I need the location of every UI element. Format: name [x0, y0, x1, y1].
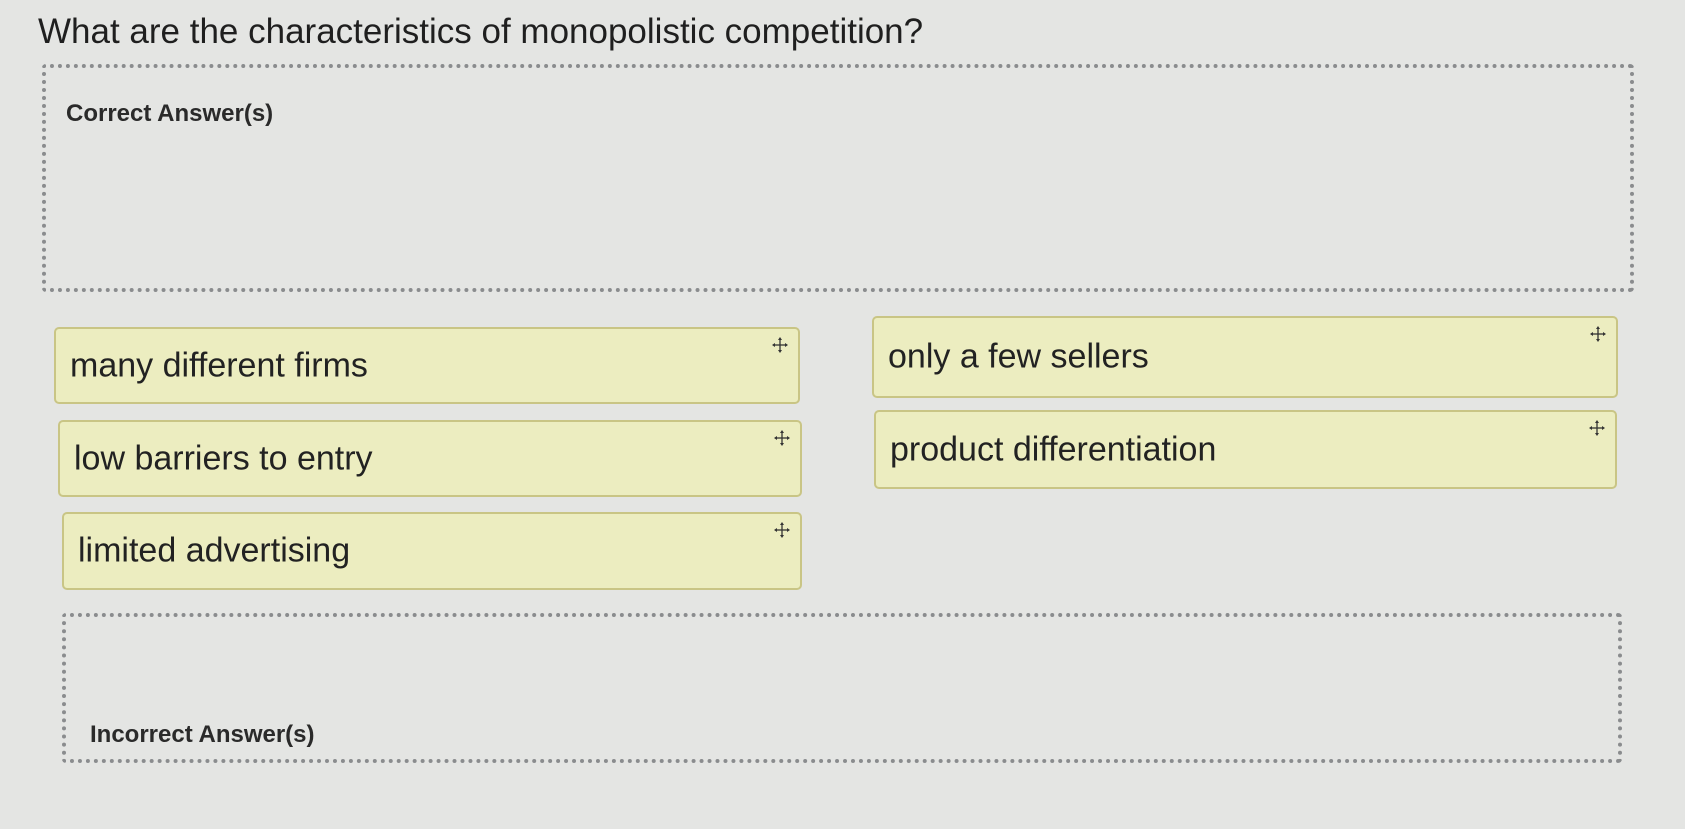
choice-label: only a few sellers: [888, 337, 1149, 376]
choice-only-a-few-sellers[interactable]: only a few sellers: [872, 316, 1618, 398]
correct-answers-label: Correct Answer(s): [66, 100, 274, 127]
correct-answers-dropzone[interactable]: Correct Answer(s): [42, 64, 1634, 292]
choice-many-different-firms[interactable]: many different firms: [54, 327, 800, 404]
question-title: What are the characteristics of monopoli…: [38, 12, 924, 51]
choice-label: low barriers to entry: [74, 439, 373, 477]
choice-label: product differentiation: [890, 430, 1217, 468]
choice-label: many different firms: [70, 346, 368, 384]
incorrect-answers-dropzone[interactable]: Incorrect Answer(s): [62, 613, 1622, 763]
move-icon[interactable]: [772, 337, 788, 353]
incorrect-answers-label: Incorrect Answer(s): [90, 721, 315, 748]
move-icon[interactable]: [774, 430, 790, 446]
choice-low-barriers-to-entry[interactable]: low barriers to entry: [58, 420, 802, 497]
choice-limited-advertising[interactable]: limited advertising: [62, 512, 802, 590]
move-icon[interactable]: [774, 522, 790, 538]
move-icon[interactable]: [1589, 420, 1605, 436]
choice-product-differentiation[interactable]: product differentiation: [874, 410, 1617, 489]
move-icon[interactable]: [1590, 326, 1606, 342]
choice-label: limited advertising: [78, 531, 351, 570]
